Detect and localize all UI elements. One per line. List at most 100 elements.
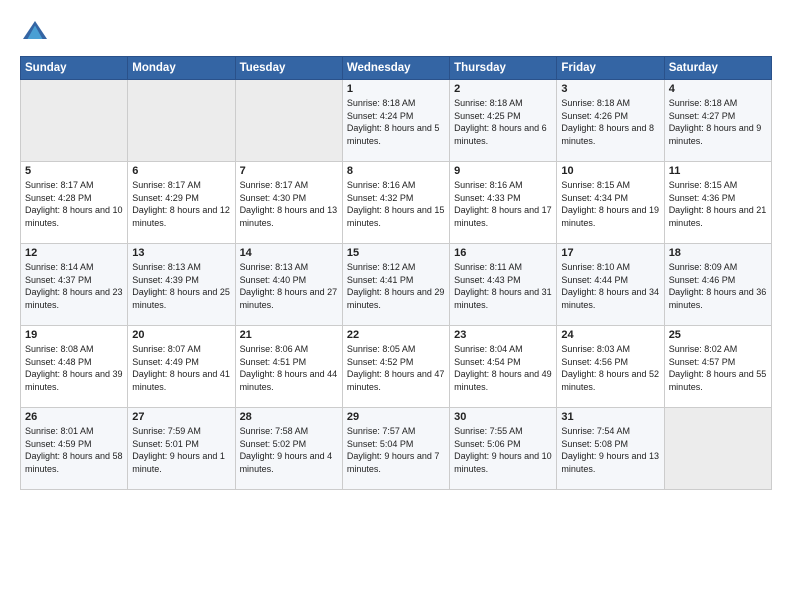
day-detail: Sunrise: 8:05 AMSunset: 4:52 PMDaylight:… [347,343,445,393]
calendar-cell: 11 Sunrise: 8:15 AMSunset: 4:36 PMDayligh… [664,162,771,244]
day-number: 25 [669,329,767,341]
calendar-cell: 26 Sunrise: 8:01 AMSunset: 4:59 PMDayligh… [21,408,128,490]
calendar-week-3: 12Sunrise: 8:14 AMSunset: 4:37 PMDayligh… [21,244,772,326]
calendar-cell: 7 Sunrise: 8:17 AMSunset: 4:30 PMDaylight… [235,162,342,244]
calendar-cell: 1 Sunrise: 8:18 AMSunset: 4:24 PMDaylight… [342,80,449,162]
day-detail: Sunrise: 8:01 AMSunset: 4:59 PMDaylight:… [25,425,123,475]
calendar-cell: 27 Sunrise: 7:59 AMSunset: 5:01 PMDayligh… [128,408,235,490]
day-number: 9 [454,165,552,177]
day-number: 27 [132,411,230,423]
day-number: 5 [25,165,123,177]
day-detail: Sunrise: 8:08 AMSunset: 4:48 PMDaylight:… [25,343,123,393]
day-detail: Sunrise: 8:09 AMSunset: 4:46 PMDaylight:… [669,261,767,311]
day-number: 26 [25,411,123,423]
day-detail: Sunrise: 8:10 AMSunset: 4:44 PMDaylight:… [561,261,659,311]
calendar-cell: 9 Sunrise: 8:16 AMSunset: 4:33 PMDaylight… [450,162,557,244]
day-detail: Sunrise: 8:18 AMSunset: 4:26 PMDaylight:… [561,97,659,147]
day-detail: Sunrise: 7:57 AMSunset: 5:04 PMDaylight:… [347,425,445,475]
calendar-cell: 23 Sunrise: 8:04 AMSunset: 4:54 PMDayligh… [450,326,557,408]
calendar-cell: 31 Sunrise: 7:54 AMSunset: 5:08 PMDayligh… [557,408,664,490]
weekday-header-thursday: Thursday [450,57,557,80]
weekday-header-tuesday: Tuesday [235,57,342,80]
day-number: 18 [669,247,767,259]
day-number: 19 [25,329,123,341]
page: SundayMondayTuesdayWednesdayThursdayFrid… [0,0,792,612]
calendar-cell: 19 Sunrise: 8:08 AMSunset: 4:48 PMDayligh… [21,326,128,408]
day-detail: Sunrise: 8:18 AMSunset: 4:27 PMDaylight:… [669,97,767,147]
calendar-cell: 16 Sunrise: 8:11 AMSunset: 4:43 PMDayligh… [450,244,557,326]
day-number: 29 [347,411,445,423]
calendar-week-5: 26 Sunrise: 8:01 AMSunset: 4:59 PMDayligh… [21,408,772,490]
day-detail: Sunrise: 8:17 AMSunset: 4:29 PMDaylight:… [132,179,230,229]
day-number: 10 [561,165,659,177]
day-detail: Sunrise: 8:16 AMSunset: 4:33 PMDaylight:… [454,179,552,229]
day-detail: Sunrise: 8:18 AMSunset: 4:24 PMDaylight:… [347,97,445,147]
calendar-cell: 24Sunrise: 8:03 AMSunset: 4:56 PMDayligh… [557,326,664,408]
calendar-cell: 22 Sunrise: 8:05 AMSunset: 4:52 PMDayligh… [342,326,449,408]
day-detail: Sunrise: 8:13 AMSunset: 4:40 PMDaylight:… [240,261,338,311]
calendar-cell: 4 Sunrise: 8:18 AMSunset: 4:27 PMDaylight… [664,80,771,162]
day-detail: Sunrise: 8:12 AMSunset: 4:41 PMDaylight:… [347,261,445,311]
day-detail: Sunrise: 8:15 AMSunset: 4:36 PMDaylight:… [669,179,767,229]
day-number: 31 [561,411,659,423]
day-number: 1 [347,83,445,95]
calendar-cell: 10 Sunrise: 8:15 AMSunset: 4:34 PMDayligh… [557,162,664,244]
day-detail: Sunrise: 8:06 AMSunset: 4:51 PMDaylight:… [240,343,338,393]
calendar-week-2: 5 Sunrise: 8:17 AMSunset: 4:28 PMDaylight… [21,162,772,244]
calendar-cell: 30Sunrise: 7:55 AMSunset: 5:06 PMDayligh… [450,408,557,490]
weekday-header-sunday: Sunday [21,57,128,80]
calendar-week-1: 1 Sunrise: 8:18 AMSunset: 4:24 PMDaylight… [21,80,772,162]
day-number: 6 [132,165,230,177]
day-number: 28 [240,411,338,423]
header [20,18,772,48]
calendar-cell [128,80,235,162]
day-detail: Sunrise: 8:14 AMSunset: 4:37 PMDaylight:… [25,261,123,311]
weekday-header-monday: Monday [128,57,235,80]
calendar-week-4: 19 Sunrise: 8:08 AMSunset: 4:48 PMDayligh… [21,326,772,408]
calendar-cell: 12Sunrise: 8:14 AMSunset: 4:37 PMDayligh… [21,244,128,326]
day-detail: Sunrise: 8:03 AMSunset: 4:56 PMDaylight:… [561,343,659,393]
calendar-cell: 25Sunrise: 8:02 AMSunset: 4:57 PMDayligh… [664,326,771,408]
weekday-header-row: SundayMondayTuesdayWednesdayThursdayFrid… [21,57,772,80]
calendar-cell: 6 Sunrise: 8:17 AMSunset: 4:29 PMDaylight… [128,162,235,244]
day-number: 30 [454,411,552,423]
calendar-cell: 17 Sunrise: 8:10 AMSunset: 4:44 PMDayligh… [557,244,664,326]
calendar-table: SundayMondayTuesdayWednesdayThursdayFrid… [20,56,772,490]
logo-icon [20,18,50,48]
calendar-cell: 15 Sunrise: 8:12 AMSunset: 4:41 PMDayligh… [342,244,449,326]
calendar-cell: 2Sunrise: 8:18 AMSunset: 4:25 PMDaylight… [450,80,557,162]
day-detail: Sunrise: 8:04 AMSunset: 4:54 PMDaylight:… [454,343,552,393]
weekday-header-saturday: Saturday [664,57,771,80]
day-detail: Sunrise: 8:13 AMSunset: 4:39 PMDaylight:… [132,261,230,311]
day-number: 11 [669,165,767,177]
day-number: 23 [454,329,552,341]
day-number: 22 [347,329,445,341]
calendar-cell [664,408,771,490]
day-number: 20 [132,329,230,341]
day-detail: Sunrise: 8:17 AMSunset: 4:28 PMDaylight:… [25,179,123,229]
day-number: 14 [240,247,338,259]
calendar-cell: 21 Sunrise: 8:06 AMSunset: 4:51 PMDayligh… [235,326,342,408]
calendar-cell: 29 Sunrise: 7:57 AMSunset: 5:04 PMDayligh… [342,408,449,490]
day-number: 4 [669,83,767,95]
day-detail: Sunrise: 8:07 AMSunset: 4:49 PMDaylight:… [132,343,230,393]
day-detail: Sunrise: 8:16 AMSunset: 4:32 PMDaylight:… [347,179,445,229]
day-number: 13 [132,247,230,259]
day-number: 3 [561,83,659,95]
calendar-cell: 18 Sunrise: 8:09 AMSunset: 4:46 PMDayligh… [664,244,771,326]
day-detail: Sunrise: 8:17 AMSunset: 4:30 PMDaylight:… [240,179,338,229]
day-number: 21 [240,329,338,341]
day-number: 15 [347,247,445,259]
day-number: 2 [454,83,552,95]
day-detail: Sunrise: 8:11 AMSunset: 4:43 PMDaylight:… [454,261,552,311]
day-detail: Sunrise: 8:15 AMSunset: 4:34 PMDaylight:… [561,179,659,229]
day-number: 17 [561,247,659,259]
calendar-cell: 3 Sunrise: 8:18 AMSunset: 4:26 PMDaylight… [557,80,664,162]
day-detail: Sunrise: 7:59 AMSunset: 5:01 PMDaylight:… [132,425,230,475]
calendar-cell: 20 Sunrise: 8:07 AMSunset: 4:49 PMDayligh… [128,326,235,408]
calendar-cell: 8Sunrise: 8:16 AMSunset: 4:32 PMDaylight… [342,162,449,244]
day-number: 16 [454,247,552,259]
day-number: 7 [240,165,338,177]
day-detail: Sunrise: 7:54 AMSunset: 5:08 PMDaylight:… [561,425,659,475]
calendar-cell: 5 Sunrise: 8:17 AMSunset: 4:28 PMDaylight… [21,162,128,244]
